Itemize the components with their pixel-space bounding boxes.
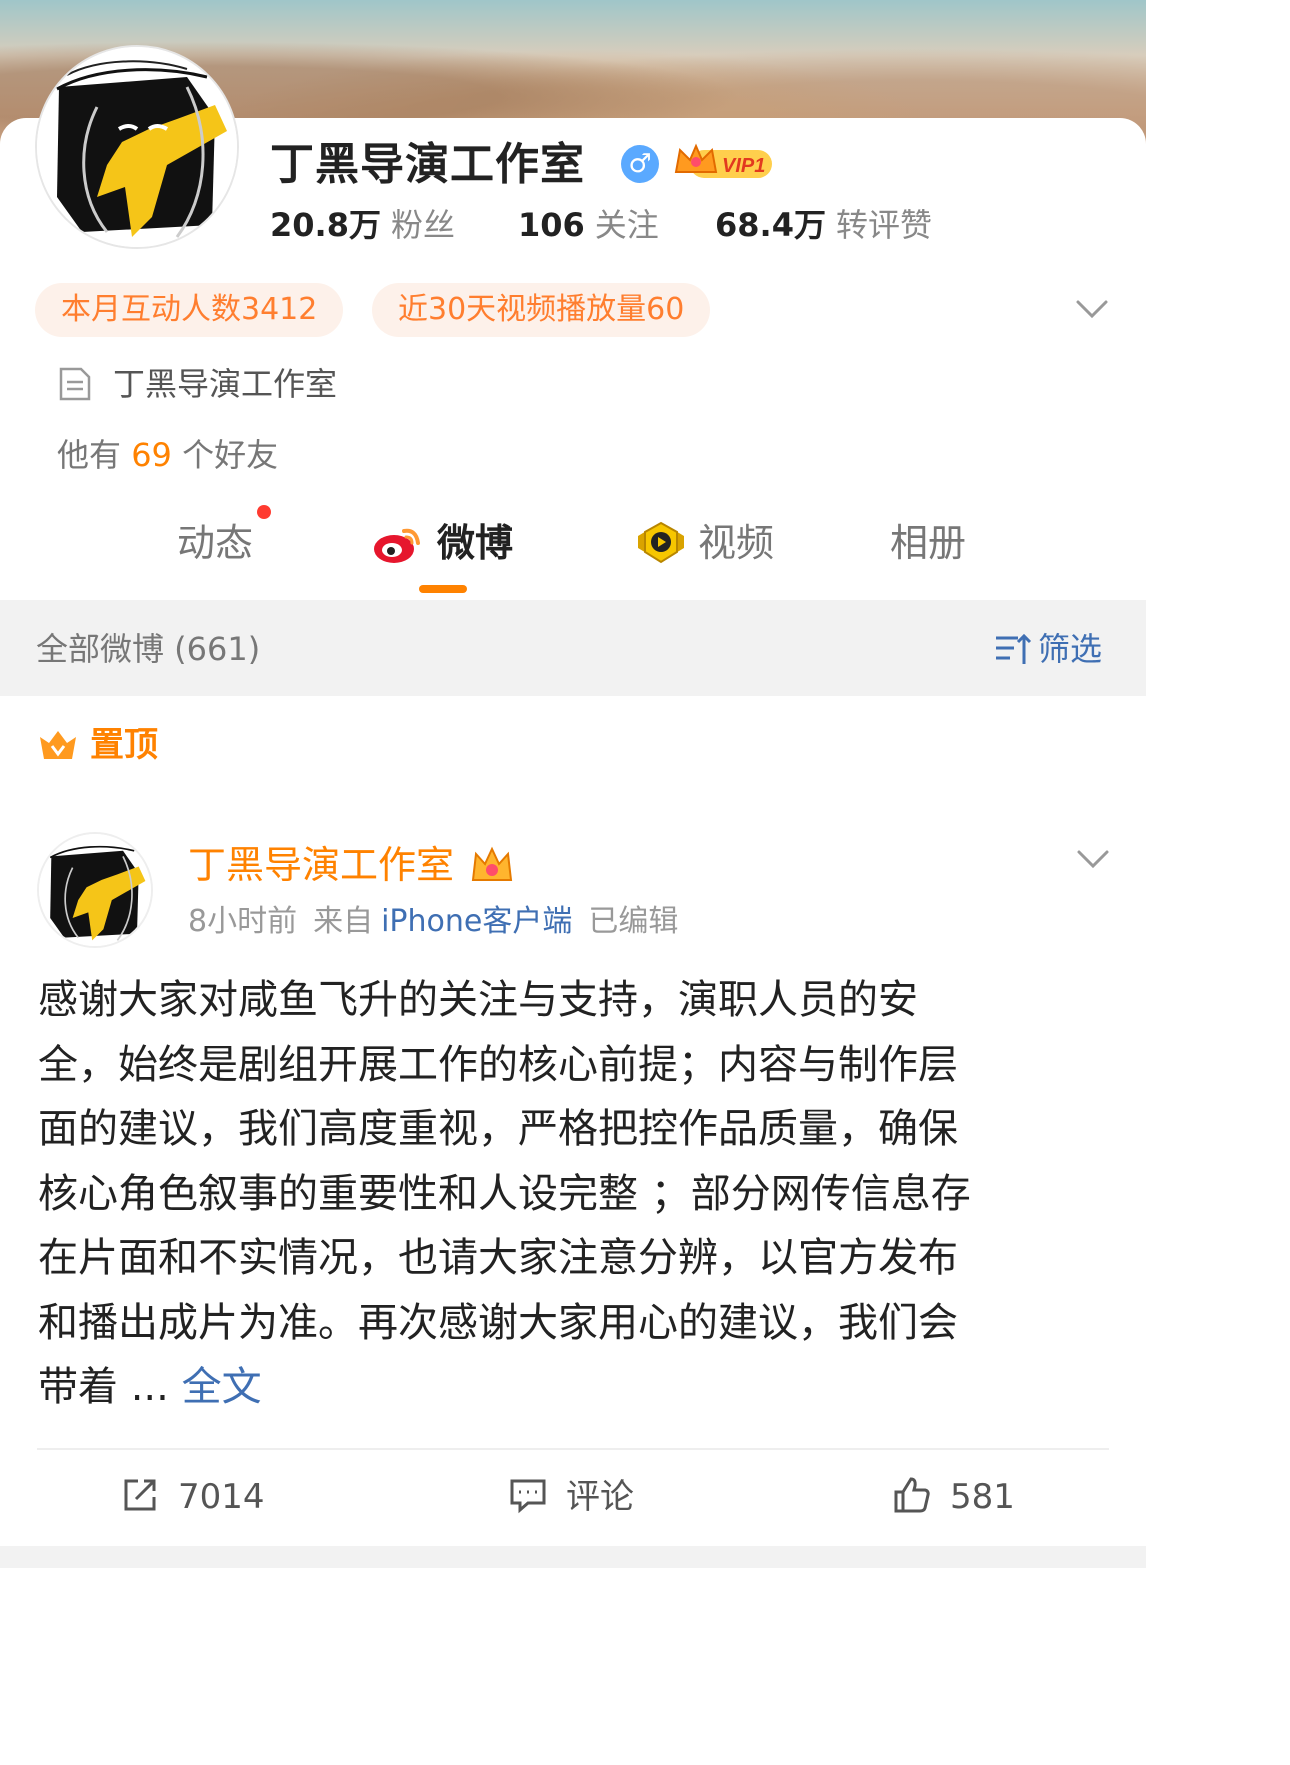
notification-dot: [257, 505, 271, 519]
friends-suffix: 个好友: [182, 436, 279, 474]
post-body-line: 带着 ...: [38, 1364, 169, 1410]
pinned-crown-icon: [40, 731, 76, 759]
vip-crown-badge-icon[interactable]: VIP1: [672, 142, 774, 182]
post-author-name[interactable]: 丁黑导演工作室: [188, 838, 454, 892]
weibo-logo-icon: [374, 528, 420, 563]
like-count: 581: [950, 1477, 1015, 1517]
post-edited-label: 已编辑: [588, 904, 679, 939]
repost-button[interactable]: 7014: [120, 1470, 265, 1524]
document-icon: [59, 367, 91, 401]
post-body: 感谢大家对咸鱼飞升的关注与支持，演职人员的安 全，始终是剧组开展工作的核心前提；…: [38, 968, 1098, 1420]
feed-separator: [0, 1546, 1146, 1568]
pinned-label: 置顶: [90, 725, 158, 765]
vip-level-label: VIP1: [722, 155, 765, 177]
stat-label: 转评赞: [835, 206, 932, 244]
comment-icon: [510, 1479, 546, 1514]
tab-dynamics[interactable]: 动态: [177, 515, 253, 571]
male-gender-icon: ♂: [621, 145, 659, 183]
comment-button[interactable]: 评论: [508, 1470, 634, 1524]
thumbs-up-icon: [894, 1477, 930, 1513]
like-button[interactable]: 581: [892, 1470, 1015, 1524]
post-author-avatar[interactable]: [37, 832, 153, 948]
all-posts-count: 全部微博 (661): [36, 630, 261, 668]
avatar-logo: [39, 834, 151, 946]
share-icon: [124, 1479, 156, 1511]
stat-label: 关注: [594, 206, 659, 244]
post-body-line: 感谢大家对咸鱼飞升的关注与支持，演职人员的安: [38, 977, 918, 1023]
post-from-label: 来自: [313, 904, 374, 939]
post-source-link[interactable]: iPhone客户端: [381, 904, 572, 939]
profile-avatar[interactable]: [35, 45, 239, 249]
stat-number: 20.8万: [270, 206, 381, 244]
read-full-text-link[interactable]: 全文: [182, 1364, 262, 1410]
repost-count: 7014: [178, 1477, 265, 1517]
chevron-down-icon[interactable]: [1074, 296, 1110, 322]
filter-button[interactable]: 筛选: [994, 625, 1102, 673]
post-body-line: 全，始终是剧组开展工作的核心前提；内容与制作层: [38, 1041, 958, 1088]
stat-interactions[interactable]: 68.4万 转评赞: [715, 203, 932, 247]
stat-following[interactable]: 106 关注: [518, 203, 659, 247]
post-body-line: 面的建议，我们高度重视，严格把控作品质量，确保: [38, 1106, 958, 1152]
tab-album[interactable]: 相册: [890, 515, 966, 571]
post-body-line: 和播出成片为准。再次感谢大家用心的建议，我们会: [38, 1299, 958, 1346]
stat-number: 68.4万: [715, 206, 826, 244]
profile-name: 丁黑导演工作室: [270, 139, 585, 190]
stat-number: 106: [518, 206, 585, 244]
vip-crown-icon[interactable]: [470, 846, 514, 886]
active-tab-indicator: [419, 585, 467, 593]
friends-number: 69: [131, 436, 172, 474]
avatar-logo: [37, 47, 237, 247]
tab-weibo[interactable]: 微博: [437, 515, 513, 571]
friends-count[interactable]: 他有 69 个好友: [57, 433, 278, 477]
profile-bio: 丁黑导演工作室: [113, 365, 338, 403]
tab-video[interactable]: 视频: [698, 515, 774, 571]
stat-followers[interactable]: 20.8万 粉丝: [270, 203, 455, 247]
post-time: 8小时前: [188, 904, 298, 939]
filter-label: 筛选: [1038, 630, 1103, 668]
stat-label: 粉丝: [390, 206, 455, 244]
post-body-last-line: 带着 ... 全文: [38, 1355, 1098, 1420]
chevron-down-icon[interactable]: [1075, 846, 1111, 872]
monthly-interaction-pill[interactable]: 本月互动人数3412: [35, 283, 344, 337]
filter-icon: [996, 633, 1032, 664]
post-meta: 8小时前 来自 iPhone客户端 已编辑: [188, 900, 694, 944]
comment-label: 评论: [566, 1477, 634, 1517]
post-body-line: 核心角色叙事的重要性和人设完整 ；部分网传信息存: [38, 1170, 971, 1217]
post-action-divider: [37, 1448, 1109, 1450]
video-plays-pill[interactable]: 近30天视频播放量60: [372, 283, 711, 337]
post-body-line: 在片面和不实情况，也请大家注意分辨，以官方发布: [38, 1235, 958, 1281]
friends-prefix: 他有: [57, 436, 122, 474]
video-badge-icon: [638, 521, 684, 564]
